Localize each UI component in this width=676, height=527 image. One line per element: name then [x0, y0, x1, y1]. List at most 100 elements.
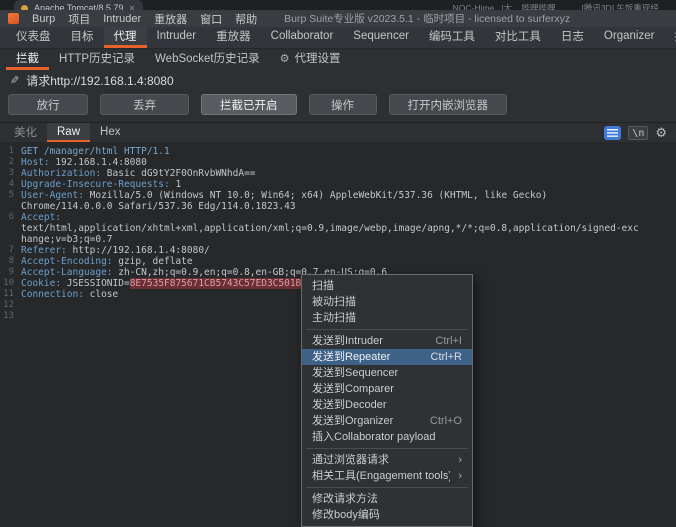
tab-扩展[interactable]: 扩展	[664, 27, 676, 48]
tab-代理[interactable]: 代理	[104, 27, 147, 48]
line-number: 2	[0, 157, 21, 168]
request-row: 3Authorization: Basic dG9tY2F0OnRvbWNhdA…	[0, 168, 676, 179]
request-line-text[interactable]: Accept:	[21, 212, 61, 223]
request-line-text[interactable]: Accept-Encoding: gzip, deflate	[21, 256, 193, 267]
menu-help[interactable]: 帮助	[235, 11, 257, 27]
tab-Organizer[interactable]: Organizer	[594, 27, 665, 48]
line-number	[0, 223, 21, 234]
editor-tab-美化[interactable]: 美化	[4, 123, 47, 142]
proxy-tab-拦截[interactable]: 拦截	[6, 49, 49, 70]
line-number: 6	[0, 212, 21, 223]
editor-tab-Raw[interactable]: Raw	[47, 123, 90, 142]
request-row: 5User-Agent: Mozilla/5.0 (Windows NT 10.…	[0, 190, 676, 201]
line-number: 3	[0, 168, 21, 179]
menu-item-相关工具(Engagement tools)[interactable]: 相关工具(Engagement tools)›	[302, 468, 472, 484]
request-line-text[interactable]: Authorization: Basic dG9tY2F0OnRvbWNhdA=…	[21, 168, 256, 179]
browser-tab[interactable]: Apache Tomcat/8.5.79 ×	[14, 0, 143, 10]
intercept-header: ✎ 请求http://192.168.1.4:8080	[0, 70, 676, 91]
menu-burp[interactable]: Burp	[32, 13, 55, 25]
proxy-settings-label: 代理设置	[295, 50, 341, 66]
submenu-arrow-icon: ›	[458, 468, 462, 484]
browser-tab-title: Apache Tomcat/8.5.79	[34, 3, 123, 10]
editor-tab-list: 美化RawHex	[4, 123, 130, 142]
menu-item-发送到Sequencer[interactable]: 发送到Sequencer	[302, 365, 472, 381]
request-line-text[interactable]: Connection: close	[21, 289, 118, 300]
menu-item-主动扫描[interactable]: 主动扫描	[302, 310, 472, 326]
menu-item-发送到Intruder[interactable]: 发送到IntruderCtrl+I	[302, 333, 472, 349]
menu-project[interactable]: 项目	[68, 11, 90, 27]
menu-repeater[interactable]: 重放器	[154, 11, 187, 27]
close-icon[interactable]: ×	[129, 3, 134, 10]
menu-window[interactable]: 窗口	[200, 11, 222, 27]
proxy-tab-WebSocket历史记录[interactable]: WebSocket历史记录	[145, 49, 270, 70]
background-title-fragment: [腾讯3D] 午饭重现经...	[581, 2, 666, 10]
main-tabs: 仪表盘目标代理Intruder重放器CollaboratorSequencer编…	[0, 27, 676, 49]
request-line-text[interactable]: Upgrade-Insecure-Requests: 1	[21, 179, 181, 190]
request-line-text[interactable]: Host: 192.168.1.4:8080	[21, 157, 147, 168]
tab-重放器[interactable]: 重放器	[206, 27, 261, 48]
nonprinting-chars-icon[interactable]: \n	[628, 126, 648, 140]
request-row: 4Upgrade-Insecure-Requests: 1	[0, 179, 676, 190]
menu-item-插入Collaborator payload[interactable]: 插入Collaborator payload	[302, 429, 472, 445]
proxy-tab-HTTP历史记录[interactable]: HTTP历史记录	[49, 49, 145, 70]
request-line-text[interactable]: text/html,application/xhtml+xml,applicat…	[21, 223, 639, 234]
request-row: 1GET /manager/html HTTP/1.1	[0, 146, 676, 157]
menu-separator	[306, 448, 468, 449]
editor-tabs: 美化RawHex \n ⚙	[0, 122, 676, 142]
menu-item-通过浏览器请求[interactable]: 通过浏览器请求›	[302, 452, 472, 468]
menu-item-发送到Organizer[interactable]: 发送到OrganizerCtrl+O	[302, 413, 472, 429]
request-row: 8Accept-Encoding: gzip, deflate	[0, 256, 676, 267]
menu-item-发送到Repeater[interactable]: 发送到RepeaterCtrl+R	[302, 349, 472, 365]
line-number: 7	[0, 245, 21, 256]
line-number: 5	[0, 190, 21, 201]
pencil-icon: ✎	[10, 74, 19, 87]
background-window-titles: NOC-Hime...|大... 哔哩哔哩 [腾讯3D] 午饭重现经...	[453, 0, 676, 10]
request-line-text[interactable]: Referer: http://192.168.1.4:8080/	[21, 245, 210, 256]
tab-仪表盘[interactable]: 仪表盘	[6, 27, 61, 48]
request-row: Chrome/114.0.0.0 Safari/537.36 Edg/114.0…	[0, 201, 676, 212]
intercept-toggle-button[interactable]: 拦截已开启	[201, 94, 297, 115]
tab-对比工具[interactable]: 对比工具	[485, 27, 551, 48]
tab-Collaborator[interactable]: Collaborator	[261, 27, 344, 48]
editor-tab-Hex[interactable]: Hex	[90, 123, 130, 142]
request-row: text/html,application/xhtml+xml,applicat…	[0, 223, 676, 234]
menu-intruder[interactable]: Intruder	[103, 13, 141, 25]
window-title: Burp Suite专业版 v2023.5.1 - 临时项目 - license…	[284, 11, 570, 26]
menu-item-修改body编码[interactable]: 修改body编码	[302, 507, 472, 523]
drop-button[interactable]: 丢弃	[100, 94, 189, 115]
menu-item-发送到Decoder[interactable]: 发送到Decoder	[302, 397, 472, 413]
menu-item-扫描[interactable]: 扫描	[302, 278, 472, 294]
tab-Intruder[interactable]: Intruder	[147, 27, 207, 48]
menu-separator	[306, 329, 468, 330]
line-number	[0, 234, 21, 245]
request-line-text[interactable]: Chrome/114.0.0.0 Safari/537.36 Edg/114.0…	[21, 201, 296, 212]
request-row: hange;v=b3;q=0.7	[0, 234, 676, 245]
request-line-text[interactable]: hange;v=b3;q=0.7	[21, 234, 113, 245]
tab-Sequencer[interactable]: Sequencer	[343, 27, 419, 48]
tab-日志[interactable]: 日志	[551, 27, 594, 48]
tab-目标[interactable]: 目标	[61, 27, 104, 48]
background-window-strip: Apache Tomcat/8.5.79 × NOC-Hime...|大... …	[0, 0, 676, 10]
menu-item-发送到Comparer[interactable]: 发送到Comparer	[302, 381, 472, 397]
blue-lines-icon[interactable]	[604, 126, 621, 140]
line-number: 13	[0, 311, 21, 322]
action-button[interactable]: 操作	[309, 94, 377, 115]
request-line-text[interactable]: Cookie: JSESSIONID=8E7535F875671CB5743C5…	[21, 278, 313, 289]
open-browser-button[interactable]: 打开内嵌浏览器	[389, 94, 508, 115]
context-menu: 扫描被动扫描主动扫描发送到IntruderCtrl+I发送到RepeaterCt…	[301, 274, 473, 527]
proxy-tab-list: 拦截HTTP历史记录WebSocket历史记录	[6, 49, 270, 70]
menu-separator	[306, 487, 468, 488]
submenu-arrow-icon: ›	[458, 452, 462, 468]
menu-item-被动扫描[interactable]: 被动扫描	[302, 294, 472, 310]
editor-settings-gear-icon[interactable]: ⚙	[655, 126, 667, 140]
request-line-text[interactable]: User-Agent: Mozilla/5.0 (Windows NT 10.0…	[21, 190, 547, 201]
intercept-toolbar: 放行 丢弃 拦截已开启 操作 打开内嵌浏览器	[0, 91, 676, 122]
menu-item-修改请求方法[interactable]: 修改请求方法	[302, 491, 472, 507]
line-number: 12	[0, 300, 21, 311]
request-line-text[interactable]: GET /manager/html HTTP/1.1	[21, 146, 170, 157]
tab-proxy-settings[interactable]: ⚙ 代理设置	[270, 49, 351, 70]
forward-button[interactable]: 放行	[8, 94, 88, 115]
tab-编码工具[interactable]: 编码工具	[419, 27, 485, 48]
intercepted-request-label: 请求http://192.168.1.4:8080	[26, 72, 173, 89]
line-number: 8	[0, 256, 21, 267]
